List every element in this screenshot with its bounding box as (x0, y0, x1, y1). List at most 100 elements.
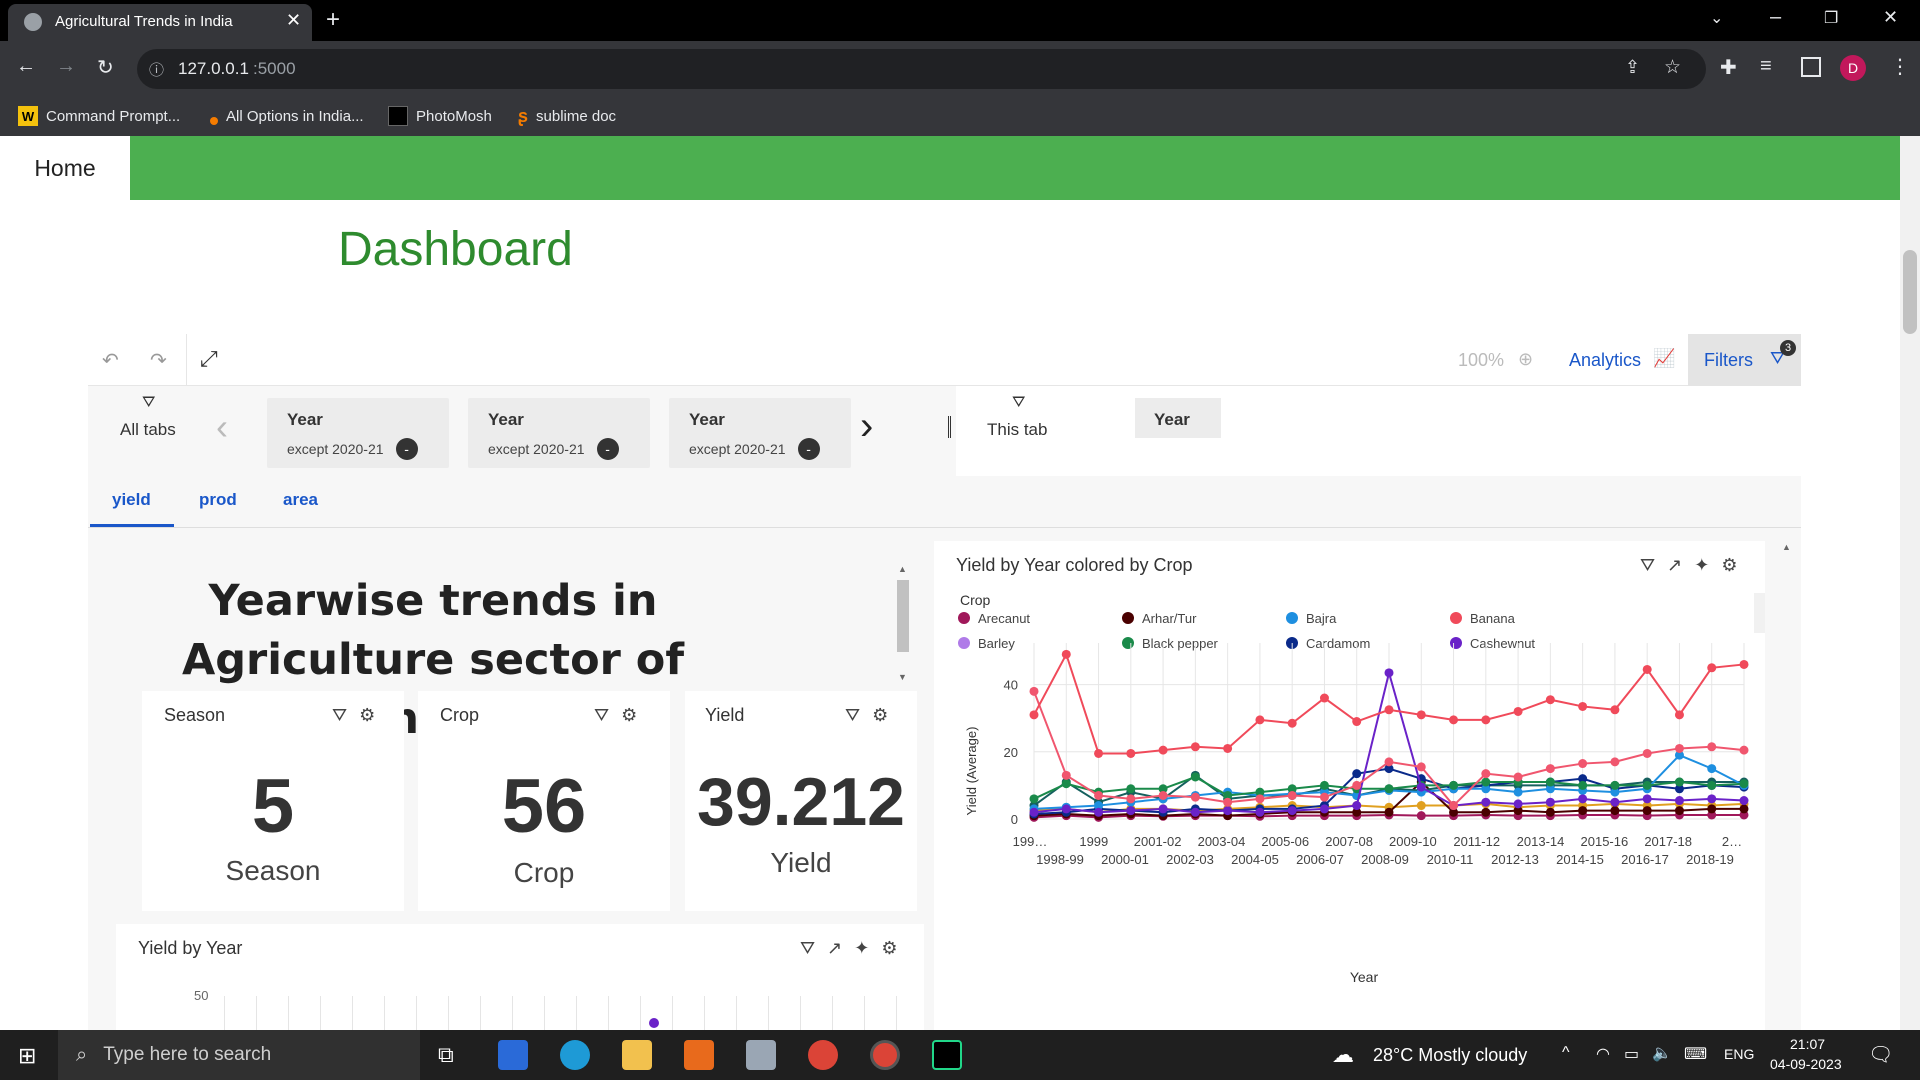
remove-filter-icon[interactable]: - (395, 438, 418, 460)
media-icon[interactable]: ≡ (1760, 55, 1772, 78)
profile-avatar[interactable]: D (1840, 55, 1866, 81)
calculator-icon[interactable] (498, 1040, 528, 1070)
reload-icon[interactable]: ↻ (97, 55, 114, 80)
battery-icon[interactable]: ▭ (1624, 1044, 1639, 1064)
share-icon[interactable]: ⇪ (1625, 57, 1640, 78)
chevron-left-icon[interactable]: ‹ (216, 406, 228, 448)
windows-start-icon[interactable]: ⊞ (18, 1043, 36, 1069)
data-point (1481, 769, 1491, 779)
settings-icon[interactable]: ⚙ (621, 705, 637, 726)
page-scrollbar-thumb[interactable] (1903, 250, 1917, 334)
y-tick-label: 20 (1004, 745, 1018, 760)
filter-chip[interactable]: Year except 2020-21- (267, 398, 449, 468)
bookmark-item[interactable]: W Command Prompt... (18, 105, 180, 127)
scroll-down-icon[interactable]: ▼ (898, 672, 907, 682)
splitter-handle[interactable] (948, 416, 951, 438)
filter-funnel-icon[interactable]: ⛛ (800, 938, 815, 959)
lightbulb-icon[interactable]: ✦ (854, 938, 869, 959)
weather-text[interactable]: 28°C Mostly cloudy (1373, 1045, 1527, 1066)
bookmark-star-icon[interactable]: ☆ (1664, 56, 1681, 79)
clock-time[interactable]: 21:07 (1790, 1036, 1825, 1052)
wifi-icon[interactable]: ◠ (1596, 1044, 1610, 1064)
dashboard-scroll-up-icon[interactable]: ▲ (1782, 542, 1791, 552)
media-player-icon[interactable] (684, 1040, 714, 1070)
data-point (1739, 796, 1749, 806)
data-point (1029, 807, 1039, 817)
filters-button[interactable]: Filters ⛛ 3 (1688, 334, 1801, 386)
settings-icon[interactable]: ⚙ (359, 705, 375, 726)
back-icon[interactable]: ← (16, 55, 36, 78)
filter-chip-value: except 2020-21 (287, 441, 384, 457)
tray-chevron-icon[interactable]: ^ (1562, 1044, 1570, 1062)
chart-icon[interactable]: ↗ (827, 938, 842, 959)
filter-funnel-icon[interactable]: ⛛ (332, 705, 347, 726)
fullscreen-icon[interactable]: ⤢ (200, 346, 218, 372)
remove-filter-icon[interactable]: - (797, 438, 820, 460)
home-link[interactable]: Home (0, 136, 130, 200)
filter-chip[interactable]: Year except 2020-21- (669, 398, 851, 468)
zoom-in-icon[interactable]: ⊕ (1518, 349, 1533, 370)
close-window-icon[interactable]: ✕ (1883, 7, 1898, 28)
bookmark-item[interactable]: PhotoMosh (388, 105, 492, 127)
clock-date[interactable]: 04-09-2023 (1770, 1056, 1842, 1072)
bookmark-item[interactable]: ʂ sublime doc (518, 105, 616, 127)
menu-kebab-icon[interactable]: ⋮ (1890, 54, 1910, 79)
weather-cloud-icon[interactable]: ☁ (1332, 1042, 1354, 1068)
analytics-button[interactable]: Analytics (1569, 350, 1641, 371)
chrome-icon[interactable] (808, 1040, 838, 1070)
legend-marker (1286, 612, 1298, 624)
filter-chip-title: Year (488, 410, 524, 429)
x-tick-label: 2006-07 (1296, 852, 1344, 867)
data-point (1416, 710, 1426, 720)
scroll-thumb[interactable] (897, 580, 909, 652)
keyboard-icon[interactable]: ⌨ (1684, 1044, 1707, 1064)
this-tab-label: This tab (987, 420, 1048, 439)
x-tick-label: 1998-99 (1036, 852, 1084, 867)
text-card-scrollbar[interactable]: ▲ ▼ (896, 564, 910, 690)
kpi-card-title: Season (164, 705, 226, 725)
forward-icon[interactable]: → (56, 55, 76, 78)
new-tab-button[interactable]: + (326, 6, 340, 34)
settings-icon[interactable]: ⚙ (881, 938, 897, 959)
legend-scrollbar[interactable] (1754, 593, 1765, 633)
filter-funnel-icon[interactable]: ⛛ (845, 705, 860, 726)
x-tick-label: 2012-13 (1491, 852, 1539, 867)
chevron-right-icon[interactable]: › (860, 404, 873, 449)
taskbar-search[interactable]: ⌕ Type here to search (58, 1030, 420, 1080)
volume-icon[interactable]: 🔈 (1652, 1043, 1672, 1063)
tab-yield[interactable]: yield (112, 490, 151, 510)
side-panel-icon[interactable] (1801, 57, 1821, 77)
chrome-profile-icon[interactable] (870, 1040, 900, 1070)
pycharm-icon[interactable] (932, 1040, 962, 1070)
bookmark-label: sublime doc (536, 107, 617, 125)
data-point (1255, 794, 1265, 804)
notifications-icon[interactable]: 🗨 (1868, 1042, 1893, 1067)
filter-funnel-icon[interactable]: ⛛ (594, 705, 609, 726)
remove-filter-icon[interactable]: - (596, 438, 619, 460)
extensions-icon[interactable]: ✚ (1720, 55, 1737, 80)
app-icon[interactable] (746, 1040, 776, 1070)
edge-icon[interactable] (560, 1040, 590, 1070)
tab-search-icon[interactable]: ⌄ (1710, 8, 1723, 28)
this-tab-filter-chip[interactable]: Year (1135, 398, 1221, 438)
file-explorer-icon[interactable] (622, 1040, 652, 1070)
settings-icon[interactable]: ⚙ (872, 705, 888, 726)
scroll-up-icon[interactable]: ▲ (898, 564, 907, 574)
tab-prod[interactable]: prod (199, 490, 237, 510)
minimize-icon[interactable]: – (1770, 6, 1781, 29)
redo-icon[interactable]: ↷ (150, 348, 167, 373)
filter-chip[interactable]: Year except 2020-21- (468, 398, 650, 468)
task-view-icon[interactable]: ⧉ (438, 1042, 454, 1068)
address-bar[interactable]: ⓘ 127.0.0.1 :5000 ⇪ ☆ (137, 49, 1706, 89)
close-tab-icon[interactable]: ✕ (286, 10, 301, 31)
language-indicator[interactable]: ENG (1724, 1046, 1754, 1062)
data-point (1739, 804, 1749, 814)
kpi-label: Season (225, 855, 321, 886)
restore-icon[interactable]: ❐ (1824, 8, 1838, 28)
tab-area[interactable]: area (283, 490, 318, 510)
data-point (1610, 797, 1620, 807)
undo-icon[interactable]: ↶ (102, 348, 119, 373)
site-info-icon[interactable]: ⓘ (149, 59, 164, 80)
browser-tab[interactable]: Agricultural Trends in India ✕ (8, 4, 312, 41)
bookmark-item[interactable]: All Options in India... (210, 105, 364, 127)
